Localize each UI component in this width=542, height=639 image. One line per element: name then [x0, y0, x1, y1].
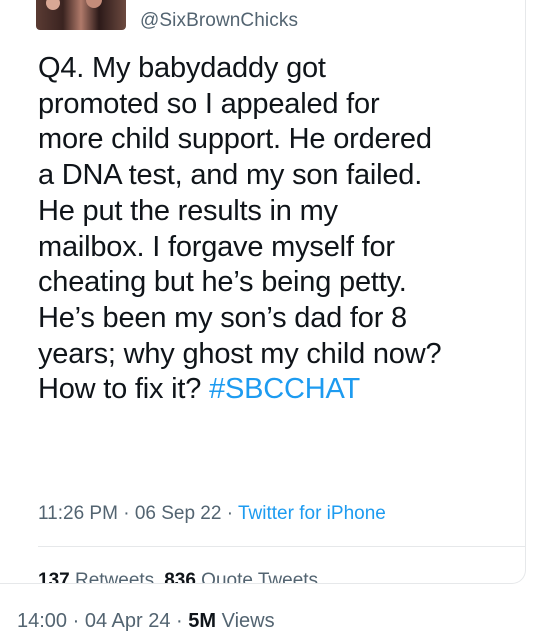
separator: ·: [170, 610, 189, 632]
divider: [38, 546, 525, 547]
post-metadata: 14:00 · 04 Apr 24 · 5M Views: [17, 610, 275, 633]
separator: ·: [67, 610, 85, 632]
tweet-source-link[interactable]: Twitter for iPhone: [238, 503, 386, 524]
retweets-stat[interactable]: 137 Retweets: [38, 570, 155, 584]
views-count: 5M: [188, 610, 217, 632]
hashtag-link[interactable]: #SBCCHAT: [209, 373, 360, 405]
tweet-page: @SixBrownChicks Q4. My babydaddy got pro…: [0, 0, 542, 639]
quoted-tweet-image[interactable]: @SixBrownChicks Q4. My babydaddy got pro…: [0, 0, 526, 584]
views-label: Views: [221, 610, 275, 632]
separator: ·: [221, 503, 238, 524]
post-time[interactable]: 14:00: [17, 610, 67, 632]
tweet-date[interactable]: 06 Sep 22: [135, 503, 222, 524]
retweets-label: Retweets: [74, 570, 155, 584]
post-date[interactable]: 04 Apr 24: [85, 610, 171, 632]
avatar[interactable]: [36, 0, 126, 30]
separator: ·: [117, 503, 135, 524]
tweet-text: Q4. My babydaddy got promoted so I appea…: [38, 51, 518, 408]
tweet-timestamp: 11:26 PM · 06 Sep 22 · Twitter for iPhon…: [38, 503, 386, 525]
engagement-stats: 137 Retweets 836 Quote Tweets: [38, 570, 319, 584]
retweets-count: 137: [38, 570, 70, 584]
quote-tweets-count: 836: [164, 570, 196, 584]
tweet-body: Q4. My babydaddy got promoted so I appea…: [38, 52, 442, 406]
tweet-time[interactable]: 11:26 PM: [38, 503, 118, 524]
quote-tweets-label: Quote Tweets: [201, 570, 319, 584]
quote-tweets-stat[interactable]: 836 Quote Tweets: [164, 570, 319, 584]
author-handle[interactable]: @SixBrownChicks: [140, 10, 298, 32]
